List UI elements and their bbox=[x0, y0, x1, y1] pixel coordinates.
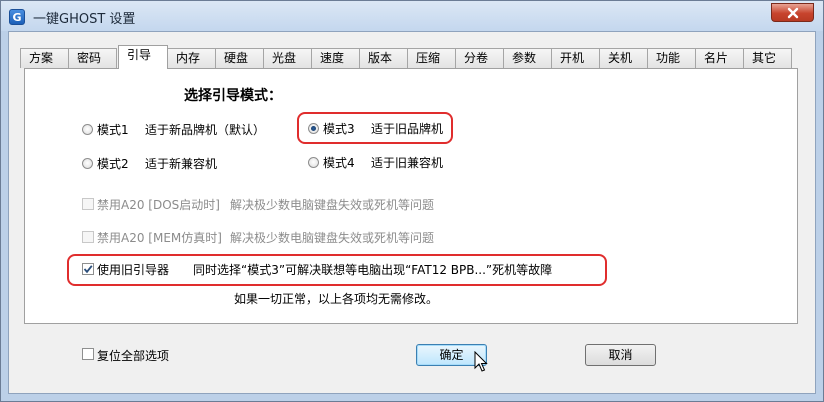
mode2-description: 适于新兼容机 bbox=[145, 157, 218, 171]
tab-card[interactable]: 名片 bbox=[695, 48, 744, 68]
mode2-label[interactable]: 模式2 bbox=[97, 155, 129, 172]
disable-a20-mem-label[interactable]: 禁用A20 [MEM仿真时] bbox=[97, 229, 222, 246]
boot-mode-heading: 选择引导模式： bbox=[184, 88, 282, 104]
mode4-description: 适于旧兼容机 bbox=[371, 156, 444, 170]
mode3-description: 适于旧品牌机 bbox=[371, 122, 444, 136]
tab-version[interactable]: 版本 bbox=[359, 48, 408, 68]
use-old-loader-checkbox[interactable] bbox=[82, 263, 94, 275]
mode1-radio[interactable] bbox=[82, 124, 93, 135]
disable-a20-dos-description: 解决极少数电脑键盘失效或死机等问题 bbox=[230, 198, 435, 212]
disable-a20-dos-label[interactable]: 禁用A20 [DOS启动时] bbox=[97, 196, 220, 213]
tab-compress[interactable]: 压缩 bbox=[407, 48, 456, 68]
tab-params[interactable]: 参数 bbox=[503, 48, 552, 68]
mode1-label[interactable]: 模式1 bbox=[97, 121, 129, 138]
disable-a20-mem-checkbox[interactable] bbox=[82, 231, 94, 243]
mode2-radio[interactable] bbox=[82, 158, 93, 169]
disable-a20-mem-description: 解决极少数电脑键盘失效或死机等问题 bbox=[230, 231, 435, 245]
tab-speed[interactable]: 速度 bbox=[311, 48, 360, 68]
window-title: 一键GHOST 设置 bbox=[33, 12, 136, 27]
title-bar[interactable]: G 一键GHOST 设置 bbox=[1, 1, 823, 31]
disable-a20-dos-checkbox[interactable] bbox=[82, 198, 94, 210]
tab-boot[interactable]: 引导 bbox=[118, 45, 168, 69]
tab-scheme[interactable]: 方案 bbox=[20, 48, 69, 68]
tab-split[interactable]: 分卷 bbox=[455, 48, 504, 68]
mode3-radio[interactable] bbox=[308, 123, 319, 134]
tab-shutdown[interactable]: 关机 bbox=[599, 48, 648, 68]
reset-all-checkbox[interactable] bbox=[82, 348, 94, 360]
cancel-button[interactable]: 取消 bbox=[585, 344, 656, 366]
mode1-description: 适于新品牌机（默认） bbox=[145, 123, 266, 137]
close-button[interactable] bbox=[771, 3, 814, 22]
tab-cdrom[interactable]: 光盘 bbox=[263, 48, 312, 68]
tab-features[interactable]: 功能 bbox=[647, 48, 696, 68]
tab-memory[interactable]: 内存 bbox=[167, 48, 216, 68]
tab-harddisk[interactable]: 硬盘 bbox=[215, 48, 264, 68]
use-old-loader-label[interactable]: 使用旧引导器 bbox=[97, 261, 169, 278]
tab-other[interactable]: 其它 bbox=[743, 48, 792, 68]
tab-startup[interactable]: 开机 bbox=[551, 48, 600, 68]
mouse-cursor-icon bbox=[474, 351, 488, 372]
tab-password[interactable]: 密码 bbox=[68, 48, 117, 68]
checkmark-icon bbox=[83, 265, 93, 274]
mode4-radio[interactable] bbox=[308, 157, 319, 168]
use-old-loader-description: 同时选择“模式3”可解决联想等电脑出现“FAT12 BPB...”死机等故障 bbox=[193, 263, 553, 277]
close-icon bbox=[787, 7, 799, 19]
reset-all-label[interactable]: 复位全部选项 bbox=[97, 347, 169, 364]
mode3-label[interactable]: 模式3 bbox=[323, 120, 355, 137]
no-change-note: 如果一切正常，以上各项均无需修改。 bbox=[234, 292, 439, 306]
mode4-label[interactable]: 模式4 bbox=[323, 154, 355, 171]
app-logo-icon: G bbox=[9, 9, 25, 25]
